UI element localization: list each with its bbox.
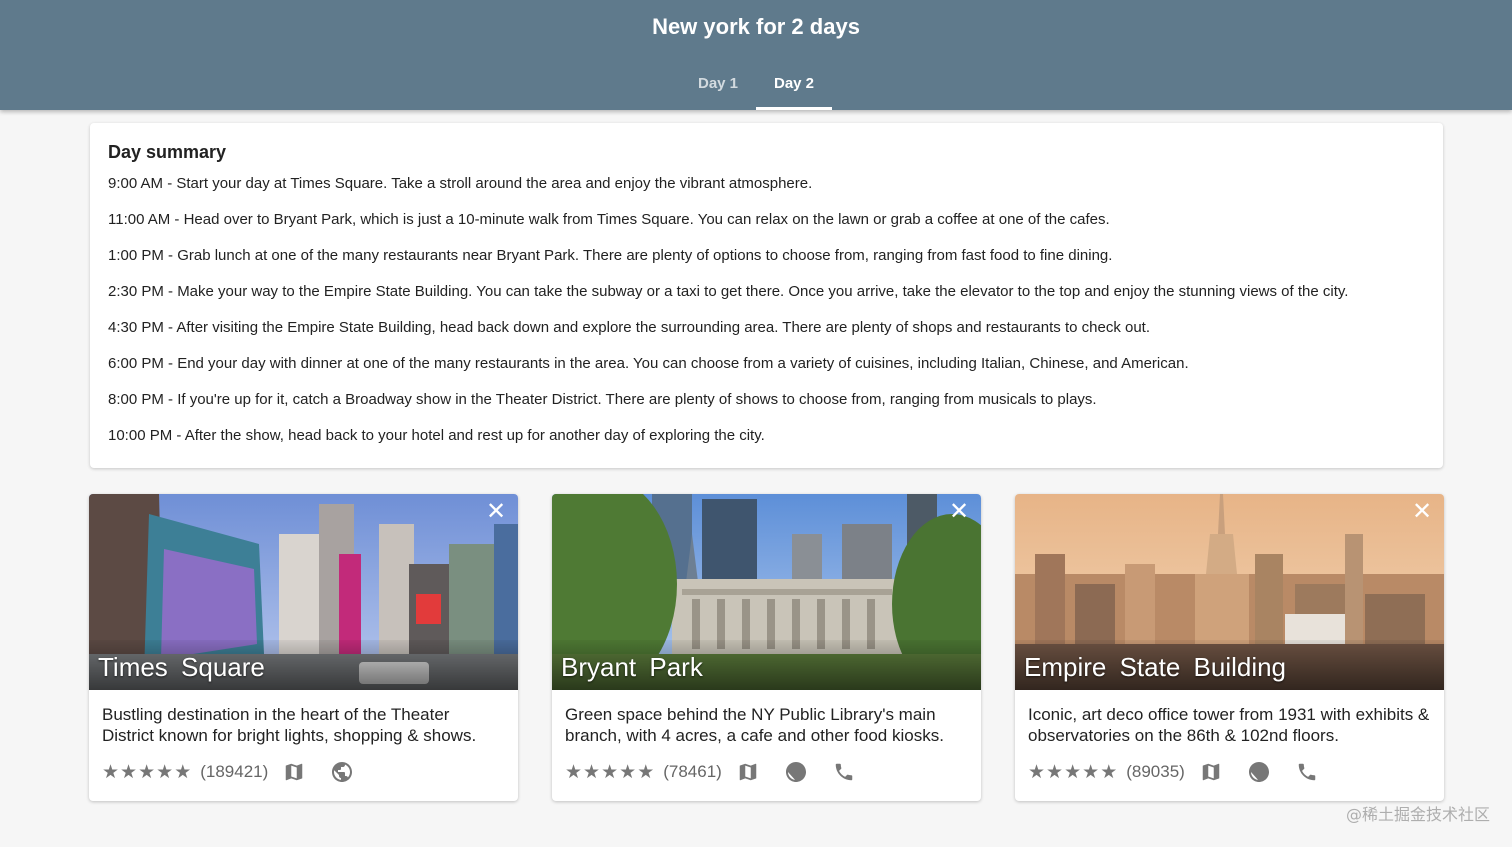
review-count: (78461) bbox=[663, 762, 722, 781]
star-icon: ★ bbox=[156, 761, 175, 783]
globe-icon[interactable] bbox=[1247, 760, 1271, 784]
star-half-icon: ★ bbox=[637, 761, 656, 783]
star-icon: ★ bbox=[120, 761, 139, 783]
place-meta: ★ ★ ★ ★ ★ (189421) bbox=[89, 746, 518, 801]
schedule-item: 11:00 AM - Head over to Bryant Park, whi… bbox=[108, 211, 1110, 228]
schedule-item: 10:00 PM - After the show, head back to … bbox=[108, 427, 765, 444]
place-name: Empire State Building bbox=[1024, 652, 1287, 682]
star-icon: ★ bbox=[601, 761, 620, 783]
place-description: Iconic, art deco office tower from 1931 … bbox=[1028, 705, 1430, 745]
place-photo: Times Square ✕ bbox=[89, 494, 518, 690]
star-icon: ★ bbox=[1028, 761, 1047, 783]
place-photo: Bryant Park ✕ bbox=[552, 494, 981, 690]
app-header: New york for 2 days Day 1 Day 2 bbox=[0, 0, 1512, 110]
place-description: Bustling destination in the heart of the… bbox=[102, 705, 477, 745]
place-name: Times Square bbox=[98, 652, 265, 682]
schedule-item: 8:00 PM - If you're up for it, catch a B… bbox=[108, 391, 1097, 408]
place-photo: Empire State Building ✕ bbox=[1015, 494, 1444, 690]
rating-stars: ★ ★ ★ ★ ★ bbox=[102, 761, 192, 784]
star-icon: ★ bbox=[1064, 761, 1083, 783]
phone-icon[interactable] bbox=[1295, 760, 1319, 784]
schedule-item: 6:00 PM - End your day with dinner at on… bbox=[108, 355, 1189, 372]
tab-day-1[interactable]: Day 1 bbox=[680, 72, 756, 110]
day-summary-card: Day summary 9:00 AM - Start your day at … bbox=[90, 123, 1443, 468]
star-icon: ★ bbox=[1082, 761, 1101, 783]
schedule-item: 2:30 PM - Make your way to the Empire St… bbox=[108, 283, 1349, 300]
watermark: @稀土掘金技术社区 bbox=[1345, 805, 1490, 824]
map-icon[interactable] bbox=[282, 760, 306, 784]
place-meta: ★ ★ ★ ★ ★ (89035) bbox=[1015, 746, 1444, 801]
star-icon: ★ bbox=[102, 761, 121, 783]
day-tabs: Day 1 Day 2 bbox=[0, 72, 1512, 110]
star-icon: ★ bbox=[565, 761, 584, 783]
day-summary-heading: Day summary bbox=[108, 142, 227, 162]
phone-icon[interactable] bbox=[832, 760, 856, 784]
map-icon[interactable] bbox=[1199, 760, 1223, 784]
place-card-times-square: Times Square ✕ Bustling destination in t… bbox=[89, 494, 518, 801]
star-half-icon: ★ bbox=[1100, 761, 1119, 783]
star-icon: ★ bbox=[619, 761, 638, 783]
close-icon[interactable]: ✕ bbox=[1412, 500, 1432, 524]
rating-stars: ★ ★ ★ ★ ★ bbox=[565, 761, 655, 784]
place-card-empire-state-building: Empire State Building ✕ Iconic, art deco… bbox=[1015, 494, 1444, 801]
schedule-item: 1:00 PM - Grab lunch at one of the many … bbox=[108, 247, 1113, 264]
star-icon: ★ bbox=[1046, 761, 1065, 783]
star-half-icon: ★ bbox=[174, 761, 193, 783]
star-icon: ★ bbox=[138, 761, 157, 783]
review-count: (189421) bbox=[200, 762, 269, 781]
map-icon[interactable] bbox=[736, 760, 760, 784]
review-count: (89035) bbox=[1126, 762, 1185, 781]
place-name: Bryant Park bbox=[561, 652, 703, 682]
page-title: New york for 2 days bbox=[652, 14, 860, 39]
star-icon: ★ bbox=[583, 761, 602, 783]
place-card-bryant-park: Bryant Park ✕ Green space behind the NY … bbox=[552, 494, 981, 801]
place-meta: ★ ★ ★ ★ ★ (78461) bbox=[552, 746, 981, 801]
schedule-item: 9:00 AM - Start your day at Times Square… bbox=[108, 175, 813, 192]
place-description: Green space behind the NY Public Library… bbox=[565, 705, 944, 745]
close-icon[interactable]: ✕ bbox=[486, 500, 506, 524]
tab-day-2[interactable]: Day 2 bbox=[756, 72, 832, 110]
globe-icon[interactable] bbox=[330, 760, 354, 784]
close-icon[interactable]: ✕ bbox=[949, 500, 969, 524]
rating-stars: ★ ★ ★ ★ ★ bbox=[1028, 761, 1118, 784]
schedule-item: 4:30 PM - After visiting the Empire Stat… bbox=[108, 319, 1151, 336]
globe-icon[interactable] bbox=[784, 760, 808, 784]
